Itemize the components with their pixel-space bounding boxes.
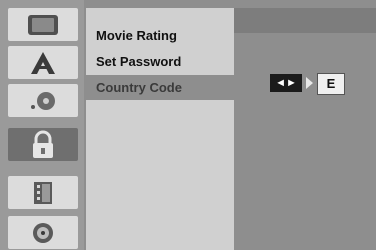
film-record-icon (34, 181, 52, 204)
category-rail (0, 0, 84, 250)
lock-menu: Movie Rating Set Password Country Code (86, 8, 234, 250)
category-audio[interactable] (8, 84, 78, 117)
general-tv-icon (28, 14, 58, 35)
audio-language-icon (31, 51, 55, 74)
country-code-selector[interactable]: ◄► (270, 74, 302, 92)
lock-icon (33, 130, 53, 158)
menu-item-label: Country Code (96, 80, 182, 95)
category-general[interactable] (8, 8, 78, 41)
disc-audio-icon (31, 91, 55, 110)
country-code-value[interactable]: E (317, 73, 345, 95)
panel-header-band (234, 8, 376, 33)
category-record[interactable] (8, 176, 78, 209)
menu-item-movie-rating[interactable]: Movie Rating (86, 23, 234, 48)
menu-item-label: Movie Rating (96, 28, 177, 43)
disc-icon (33, 222, 53, 243)
arrow-right-icon (306, 77, 313, 89)
category-lock[interactable] (8, 128, 78, 161)
category-language[interactable] (8, 46, 78, 79)
setting-panel: ◄► E (234, 8, 376, 250)
setup-screen: Movie Rating Set Password Country Code ◄… (0, 0, 376, 250)
menu-item-set-password[interactable]: Set Password (86, 49, 234, 74)
menu-item-country-code[interactable]: Country Code (86, 75, 234, 100)
category-disc[interactable] (8, 216, 78, 249)
menu-item-label: Set Password (96, 54, 182, 69)
